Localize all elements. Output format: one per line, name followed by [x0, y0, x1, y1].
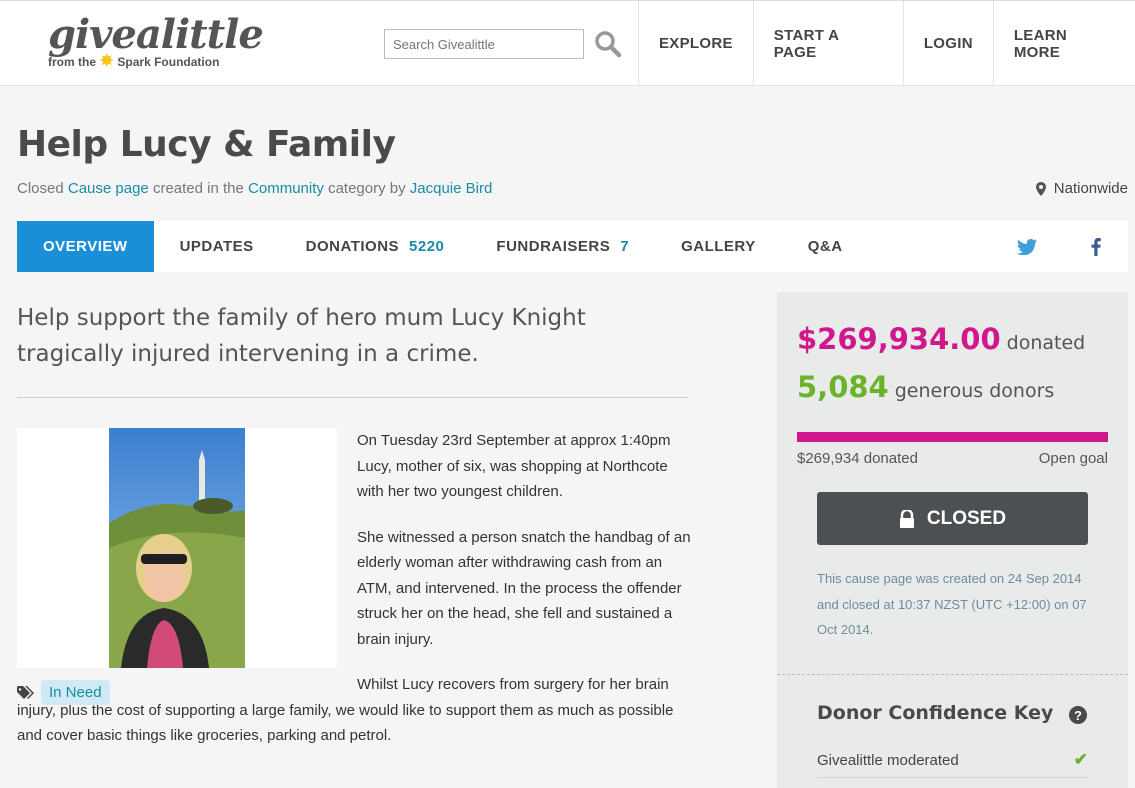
facebook-share-button[interactable]: [1076, 221, 1116, 272]
amount-donated: $269,934.00 donated: [797, 322, 1085, 356]
tab-qa[interactable]: Q&A: [782, 221, 869, 272]
top-header: givealittle from the ✸ Spark Foundation …: [0, 0, 1135, 86]
donor-confidence-title: Donor Confidence Key: [817, 702, 1054, 724]
logo-wordmark: givealittle: [48, 11, 264, 58]
meta-page-type-link[interactable]: Cause page: [68, 180, 149, 197]
tab-label: OVERVIEW: [43, 238, 128, 255]
meta-category-link[interactable]: Community: [248, 180, 324, 197]
page-meta: Closed Cause page created in the Communi…: [17, 180, 492, 197]
amount-label: donated: [1006, 332, 1086, 354]
meta-created-in: created in the: [152, 180, 244, 197]
location-label: Nationwide: [1053, 180, 1128, 197]
progress-bar: [797, 432, 1108, 442]
nav-start-a-page[interactable]: START A PAGE: [752, 1, 903, 86]
tab-overview[interactable]: OVERVIEW: [17, 221, 154, 272]
progress-goal-label: Open goal: [1038, 450, 1108, 467]
search-icon[interactable]: [594, 30, 622, 58]
tab-updates[interactable]: UPDATES: [154, 221, 280, 272]
donors-label: generous donors: [894, 380, 1055, 402]
donors-value: 5,084: [797, 370, 889, 404]
search-input[interactable]: [384, 29, 584, 59]
map-pin-icon: [1035, 181, 1046, 196]
nav-login[interactable]: LOGIN: [902, 1, 993, 86]
tab-label: GALLERY: [681, 238, 756, 255]
tab-label: UPDATES: [179, 238, 254, 255]
main-nav: EXPLORE START A PAGE LOGIN LEARN MORE: [638, 1, 1135, 86]
closed-button-label: CLOSED: [926, 507, 1007, 529]
tags-icon: [17, 685, 34, 699]
page-tabs: OVERVIEW UPDATES DONATIONS 5220 FUNDRAISE…: [17, 221, 1128, 272]
amount-value: $269,934.00: [797, 322, 1001, 356]
checkmark-icon: ✔: [1073, 750, 1088, 769]
donor-count: 5,084 generous donors: [797, 370, 1054, 404]
meta-author-link[interactable]: Jacquie Bird: [410, 180, 493, 197]
page-title: Help Lucy & Family: [17, 124, 396, 165]
summary-divider: [17, 397, 689, 398]
tab-count: 7: [620, 238, 630, 255]
logo-sub-post: Spark Foundation: [117, 55, 220, 69]
spark-star-icon: ✸: [100, 53, 114, 70]
nav-explore[interactable]: EXPLORE: [638, 1, 753, 86]
tab-gallery[interactable]: GALLERY: [655, 221, 782, 272]
cause-photo[interactable]: [17, 428, 337, 668]
dck-item-moderated: Givealittle moderated ✔: [817, 750, 1088, 778]
facebook-icon: [1091, 237, 1101, 256]
tab-label: FUNDRAISERS: [496, 238, 611, 255]
tag-in-need[interactable]: In Need: [41, 680, 110, 705]
help-icon[interactable]: ?: [1069, 706, 1087, 724]
twitter-icon: [1017, 238, 1037, 255]
nav-learn-more[interactable]: LEARN MORE: [992, 1, 1135, 86]
tab-donations[interactable]: DONATIONS 5220: [280, 221, 471, 272]
progress-donated-label: $269,934 donated: [797, 450, 918, 467]
closed-note: This cause page was created on 24 Sep 20…: [817, 571, 1087, 637]
tab-count: 5220: [409, 238, 445, 255]
page-summary: Help support the family of hero mum Lucy…: [17, 305, 586, 367]
meta-category-suffix: category by: [328, 180, 406, 197]
photo-image: [109, 428, 245, 668]
progress-fill: [797, 432, 1108, 442]
givealittle-logo[interactable]: givealittle from the ✸ Spark Foundation: [48, 11, 264, 70]
tab-label: Q&A: [807, 238, 843, 255]
tab-label: DONATIONS: [305, 238, 400, 255]
tab-fundraisers[interactable]: FUNDRAISERS 7: [470, 221, 655, 272]
twitter-share-button[interactable]: [1007, 221, 1047, 272]
tag-row: In Need: [17, 680, 110, 705]
closed-button[interactable]: CLOSED: [817, 492, 1088, 545]
logo-sub-pre: from the: [48, 55, 96, 69]
meta-status: Closed: [17, 180, 64, 197]
dck-item-label: Givealittle moderated: [817, 752, 959, 769]
location: Nationwide: [1035, 180, 1128, 197]
lock-icon: [899, 509, 914, 528]
donation-sidebar: $269,934.00 donated 5,084 generous donor…: [777, 292, 1128, 788]
lucy-photo-illustration: [109, 428, 245, 668]
sidebar-divider: [777, 674, 1128, 675]
